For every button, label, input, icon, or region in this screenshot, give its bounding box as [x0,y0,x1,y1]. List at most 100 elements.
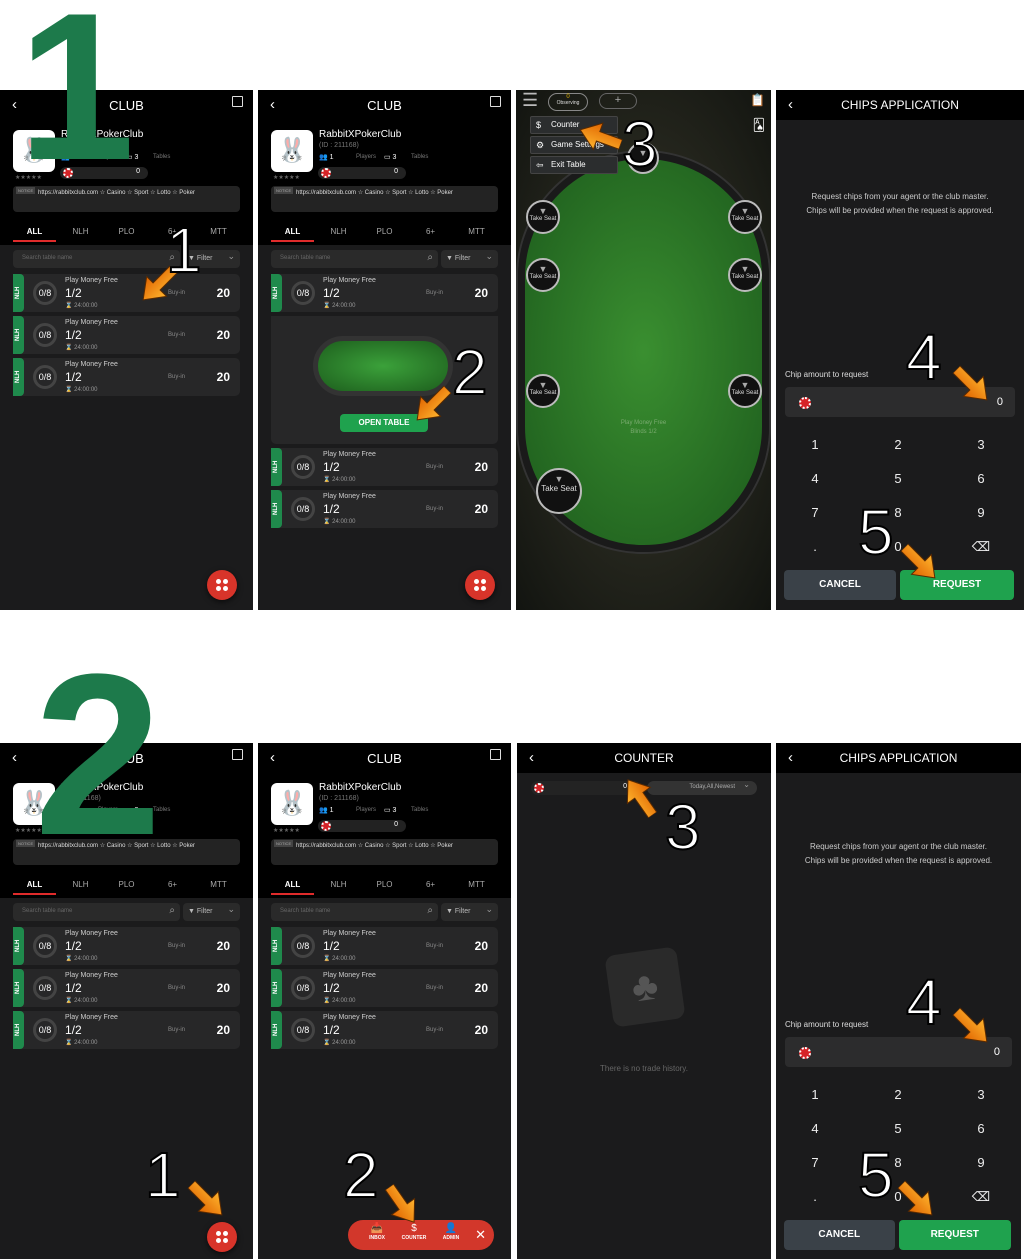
tab-nlh[interactable]: NLH [59,227,102,236]
tab-mtt[interactable]: MTT [197,227,240,236]
keypad-key-6[interactable]: 6 [961,471,1001,486]
keypad-key-4[interactable]: 4 [795,471,835,486]
counter-filter-dropdown[interactable]: Today,All,Newest ⌄ [647,780,757,795]
table-row[interactable]: NLH 0/8 Play Money Free 1/2 ⌛ 24:00:00 Buy-in… [13,969,240,1007]
search-input[interactable]: Search table name ⌕ [13,903,180,921]
keypad-key-1[interactable]: 1 [795,1087,835,1102]
keypad-key-4[interactable]: 4 [795,1121,835,1136]
tab-6plus[interactable]: 6+ [409,227,452,236]
menu-fab-button[interactable] [465,570,495,600]
cards-icon[interactable]: 🂡 [753,118,765,132]
seat-count: 0/8 [291,976,315,1000]
keypad-key-5[interactable]: 5 [878,471,918,486]
keypad-key-1[interactable]: 1 [795,437,835,452]
table-name: Play Money Free [65,972,118,979]
players-label: Players [356,807,377,813]
history-icon[interactable]: 📋 [750,93,765,107]
tab-mtt[interactable]: MTT [197,880,240,889]
share-icon[interactable] [232,749,243,760]
tables-label: Tables [411,807,429,813]
description-line1: Request chips from your agent or the clu… [811,192,989,201]
keypad-key-backspace[interactable]: ⌫ [961,539,1001,555]
table-row[interactable]: NLH 0/8 Play Money Free 1/2 ⌛ 24:00:00 Buy-in… [271,1011,498,1049]
take-seat-button[interactable]: ▼ Take Seat [526,200,560,234]
take-seat-button[interactable]: ▼ Take Seat [526,374,560,408]
close-icon[interactable]: ✕ [475,1227,486,1243]
club-logo: 🐰 [271,783,313,825]
observing-button[interactable]: 0 Observing [548,93,588,111]
share-icon[interactable] [490,749,501,760]
tab-mtt[interactable]: MTT [455,880,498,889]
tab-6plus[interactable]: 6+ [409,880,452,889]
seat-count: 0/8 [291,934,315,958]
table-row[interactable]: NLH 0/8 Play Money Free 1/2 ⌛ 24:00:00 Buy-in… [271,448,498,486]
table-row[interactable]: NLH 0/8 Play Money Free 1/2 ⌛ 24:00:00 Buy-in… [13,927,240,965]
tab-nlh[interactable]: NLH [317,227,360,236]
tab-plo[interactable]: PLO [105,227,148,236]
take-seat-button[interactable]: ▼ Take Seat [536,468,582,514]
tab-mtt[interactable]: MTT [455,227,498,236]
tab-all[interactable]: ALL [271,227,314,236]
filter-dropdown[interactable]: ▼ Filter ⌄ [441,903,498,921]
table-row[interactable]: NLH 0/8 Play Money Free 1/2 ⌛ 24:00:00 Buy-in… [271,969,498,1007]
keypad-key-7[interactable]: 7 [795,1155,835,1170]
tab-all[interactable]: ALL [13,227,56,236]
game-type-tag: NLH [271,1011,282,1049]
notice-box: NOTICE https://rabbitxclub.com ☆ Casino ☆… [271,839,498,865]
menu-item-exit-table[interactable]: ⇦ Exit Table [530,156,618,174]
table-row[interactable]: NLH 0/8 Play Money Free 1/2 ⌛ 24:00:00 Buy-in… [13,274,240,312]
search-placeholder: Search table name [22,908,73,914]
search-input[interactable]: Search table name ⌕ [271,250,438,268]
take-seat-label: Take Seat [529,216,557,222]
table-row[interactable]: NLH 0/8 Play Money Free 1/2 ⌛ 24:00:00 Buy-in… [13,358,240,396]
keypad-key-3[interactable]: 3 [961,1087,1001,1102]
tables-label: Tables [153,154,171,160]
filter-dropdown[interactable]: ▼ Filter ⌄ [183,903,240,921]
keypad-key-6[interactable]: 6 [961,1121,1001,1136]
take-seat-button[interactable]: ▼ Take Seat [728,200,762,234]
step-annotation-4: 4 [905,321,943,393]
table-row[interactable]: NLH 0/8 Play Money Free 1/2 ⌛ 24:00:00 Buy-in… [13,316,240,354]
chips-application-screen: ‹ CHIPS APPLICATION Request chips from you… [776,90,1024,610]
keypad-key-7[interactable]: 7 [795,505,835,520]
share-icon[interactable] [232,96,243,107]
game-type-tag: NLH [271,274,282,312]
keypad-key-dot[interactable]: . [795,539,835,554]
empty-history-icon: ♣ [604,946,686,1028]
fab-menu-inbox[interactable]: 📥 INBOX [362,1223,392,1241]
add-table-button[interactable]: + [599,93,637,109]
table-time: ⌛ 24:00:00 [65,387,98,393]
keypad-key-9[interactable]: 9 [961,505,1001,520]
keypad-key-dot[interactable]: . [795,1189,835,1204]
request-button[interactable]: REQUEST [898,1220,1011,1250]
share-icon[interactable] [490,96,501,107]
keypad-key-3[interactable]: 3 [961,437,1001,452]
menu-fab-button[interactable] [207,570,237,600]
take-seat-button[interactable]: ▼ Take Seat [728,258,762,292]
take-seat-button[interactable]: ▼ Take Seat [526,258,560,292]
search-input[interactable]: Search table name ⌕ [271,903,438,921]
club-name: RabbitXPokerClub [319,129,402,140]
tab-plo[interactable]: PLO [363,227,406,236]
keypad-key-9[interactable]: 9 [961,1155,1001,1170]
keypad-key-2[interactable]: 2 [878,1087,918,1102]
keypad-key-backspace[interactable]: ⌫ [961,1189,1001,1205]
tab-plo[interactable]: PLO [363,880,406,889]
keypad-key-2[interactable]: 2 [878,437,918,452]
fab-menu-admin[interactable]: 👤 ADMIN [436,1223,466,1241]
cancel-button[interactable]: CANCEL [784,570,896,600]
tab-all[interactable]: ALL [271,880,314,889]
table-row[interactable]: NLH 0/8 Play Money Free 1/2 ⌛ 24:00:00 Buy-in… [271,927,498,965]
cancel-button[interactable]: CANCEL [784,1220,895,1250]
seat-arrow-icon: ▼ [538,264,548,274]
table-row[interactable]: NLH 0/8 Play Money Free 1/2 ⌛ 24:00:00 Buy-in… [13,1011,240,1049]
take-seat-button[interactable]: ▼ Take Seat [728,374,762,408]
buyin-label: Buy-in [168,1027,186,1033]
keypad-key-5[interactable]: 5 [878,1121,918,1136]
tab-nlh[interactable]: NLH [317,880,360,889]
hamburger-menu-icon[interactable]: ☰ [522,90,538,111]
buyin-value: 20 [216,981,230,995]
table-row[interactable]: NLH 0/8 Play Money Free 1/2 ⌛ 24:00:00 Buy-in… [271,274,498,312]
filter-dropdown[interactable]: ▼ Filter ⌄ [441,250,498,268]
table-row[interactable]: NLH 0/8 Play Money Free 1/2 ⌛ 24:00:00 Buy-in… [271,490,498,528]
